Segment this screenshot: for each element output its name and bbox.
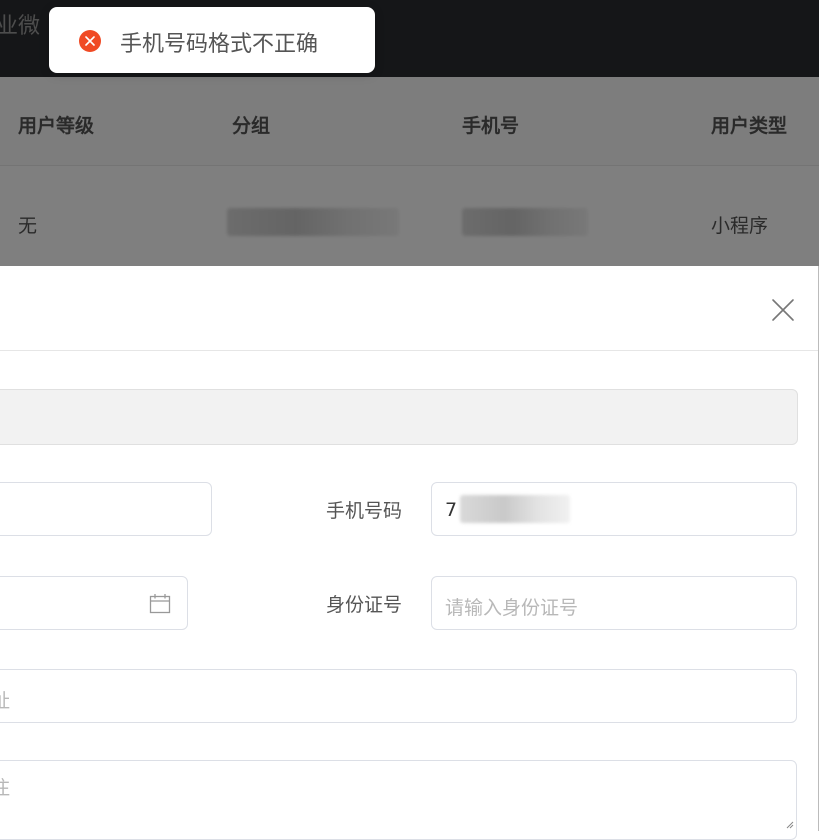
address-input[interactable]: 址	[0, 669, 797, 723]
remark-placeholder: 注	[0, 777, 11, 799]
phone-input-value: 7	[445, 499, 458, 521]
error-circle-icon	[79, 30, 101, 52]
toast-message: 手机号码格式不正确	[120, 32, 319, 57]
phone-redacted	[460, 495, 570, 523]
id-card-input[interactable]: 请输入身份证号	[431, 576, 797, 630]
close-icon[interactable]	[770, 297, 796, 323]
calendar-icon[interactable]	[149, 593, 171, 620]
edit-user-dialog: 手机号码 7 身份证号 请输入身份证号 址 注	[0, 266, 819, 840]
address-placeholder: 址	[0, 690, 11, 712]
error-toast: 手机号码格式不正确	[49, 7, 375, 73]
resize-handle-icon[interactable]	[784, 819, 794, 829]
phone-label: 手机号码	[326, 500, 403, 522]
id-card-placeholder: 请输入身份证号	[445, 597, 579, 619]
id-card-label: 身份证号	[326, 594, 403, 616]
date-picker-input[interactable]	[0, 576, 188, 630]
phone-input[interactable]: 7	[431, 482, 797, 536]
left-text-input[interactable]	[0, 482, 212, 536]
remark-textarea[interactable]: 注	[0, 760, 797, 840]
disabled-field	[0, 389, 798, 445]
dialog-header	[0, 266, 818, 351]
